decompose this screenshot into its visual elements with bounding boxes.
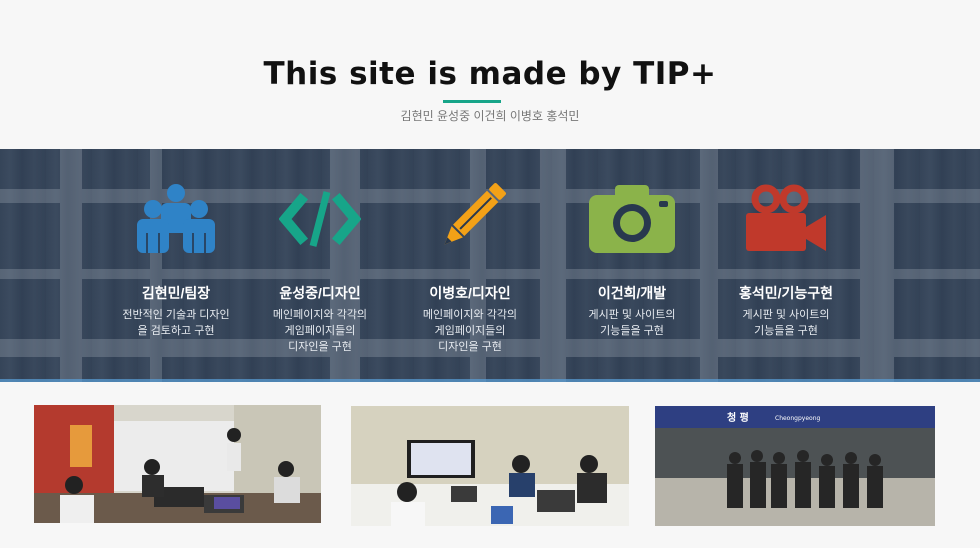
member-description: 전반적인 기술과 디자인 을 검토하고 구현 xyxy=(122,309,230,337)
member-description: 메인페이지와 각각의 게임페이지들의 디자인을 구현 xyxy=(422,309,518,353)
title-underline xyxy=(443,100,501,103)
member-description: 메인페이지와 각각의 게임페이지들의 디자인을 구현 xyxy=(272,309,368,353)
team-member-card: 홍석민/기능구현 게시판 및 사이트의 기능들을 구현 xyxy=(711,149,861,382)
station-sign-text: 청 평 xyxy=(727,411,749,424)
station-sign-subtext: Cheongpyeong xyxy=(775,415,820,422)
video-camera-icon xyxy=(711,179,861,259)
header: This site is made by TIP+ 김현민 윤성중 이건희 이병… xyxy=(0,0,980,149)
team-photo-workspace xyxy=(351,406,629,526)
member-name: 윤성중/디자인 xyxy=(279,285,361,301)
pencil-icon xyxy=(395,179,545,259)
team-section: 김현민/팀장 전반적인 기술과 디자인 을 검토하고 구현 윤성중/디자인 메인… xyxy=(0,149,980,382)
team-icon xyxy=(101,179,251,259)
code-icon xyxy=(245,179,395,259)
member-name: 김현민/팀장 xyxy=(141,285,211,301)
team-photo-office xyxy=(34,405,321,523)
page-title: This site is made by TIP+ xyxy=(263,56,717,92)
member-name: 이병호/디자인 xyxy=(429,285,511,301)
member-name: 이건희/개발 xyxy=(597,285,667,301)
camera-icon xyxy=(557,179,707,259)
team-photo-station: 청 평 Cheongpyeong xyxy=(655,406,935,526)
team-member-card: 윤성중/디자인 메인페이지와 각각의 게임페이지들의 디자인을 구현 xyxy=(245,149,395,382)
team-member-card: 김현민/팀장 전반적인 기술과 디자인 을 검토하고 구현 xyxy=(101,149,251,382)
member-description: 게시판 및 사이트의 기능들을 구현 xyxy=(588,309,676,337)
member-name: 홍석민/기능구현 xyxy=(738,285,834,301)
team-member-card: 이병호/디자인 메인페이지와 각각의 게임페이지들의 디자인을 구현 xyxy=(395,149,545,382)
team-member-card: 이건희/개발 게시판 및 사이트의 기능들을 구현 xyxy=(557,149,707,382)
member-description: 게시판 및 사이트의 기능들을 구현 xyxy=(742,309,830,337)
page-subtitle: 김현민 윤성중 이건희 이병호 홍석민 xyxy=(400,109,580,123)
